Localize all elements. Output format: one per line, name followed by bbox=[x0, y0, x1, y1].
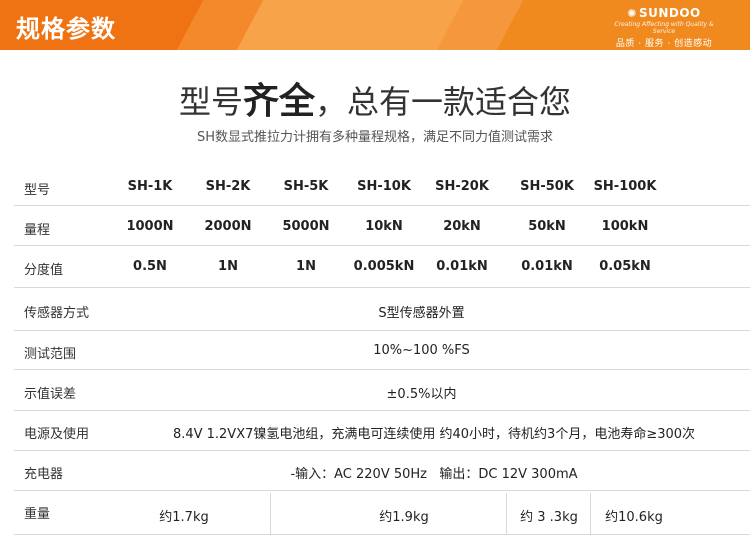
range-cell: 1000N bbox=[126, 219, 174, 234]
spec-row-model: 型号 SH-1K SH-2K SH-5K SH-10K SH-20K SH-50… bbox=[14, 168, 750, 206]
row-label: 量程 bbox=[24, 223, 51, 238]
brand-name: SUNDOO bbox=[638, 6, 701, 20]
resolution-cell: 0.01kN bbox=[521, 259, 573, 274]
cell-divider bbox=[590, 493, 591, 535]
weight-cell: 约 3 .3kg bbox=[520, 510, 578, 525]
weight-cell: 约1.9kg bbox=[379, 510, 429, 525]
model-cell: SH-100K bbox=[593, 179, 657, 194]
resolution-cell: 0.005kN bbox=[353, 259, 415, 274]
row-label: 测试范围 bbox=[24, 347, 77, 362]
brand-logo: ✺ SUNDOO Creating Affecting with Quality … bbox=[604, 6, 724, 49]
sensor-value: S型传感器外置 bbox=[378, 306, 465, 321]
row-label: 电源及使用 bbox=[24, 427, 90, 442]
range-cell: 50kN bbox=[528, 219, 566, 234]
spec-row-test-range: 测试范围 10%~100 %FS bbox=[14, 331, 750, 370]
weight-cell: 约10.6kg bbox=[605, 510, 663, 525]
headline-suffix: ，总有一款适合您 bbox=[315, 83, 572, 121]
error-value: ±0.5%以内 bbox=[386, 387, 457, 402]
header-banner: 规格参数 ✺ SUNDOO Creating Affecting with Qua… bbox=[0, 0, 750, 50]
resolution-cell: 0.05kN bbox=[599, 259, 651, 274]
range-cell: 10kN bbox=[365, 219, 403, 234]
cell-divider bbox=[270, 493, 271, 535]
range-cell: 20kN bbox=[443, 219, 481, 234]
cell-divider bbox=[506, 493, 507, 535]
sun-icon: ✺ bbox=[627, 7, 637, 20]
subheadline: SH数显式推拉力计拥有多种量程规格，满足不同力值测试需求 bbox=[196, 130, 554, 145]
model-cell: SH-1K bbox=[127, 179, 173, 194]
range-cell: 2000N bbox=[204, 219, 252, 234]
brand-slogan: 品质 · 服务 · 创造感动 bbox=[615, 39, 713, 49]
row-label: 分度值 bbox=[24, 263, 64, 278]
charger-value: -输入：AC 220V 50Hz 输出：DC 12V 300mA bbox=[290, 467, 578, 482]
weight-cell: 约1.7kg bbox=[159, 510, 209, 525]
range-cell: 5000N bbox=[282, 219, 330, 234]
power-value: 8.4V 1.2VX7镍氢电池组，充满电可连续使用 约40小时，待机约3个月，电… bbox=[172, 427, 696, 442]
model-cell: SH-5K bbox=[283, 179, 329, 194]
model-cell: SH-2K bbox=[205, 179, 251, 194]
model-cell: SH-50K bbox=[520, 179, 574, 194]
model-cell: SH-20K bbox=[435, 179, 489, 194]
resolution-cell: 1N bbox=[296, 259, 316, 274]
spec-row-sensor: 传感器方式 S型传感器外置 bbox=[14, 288, 750, 331]
spec-row-range: 量程 1000N 2000N 5000N 10kN 20kN 50kN 100k… bbox=[14, 206, 750, 246]
range-cell: 100kN bbox=[601, 219, 649, 234]
test-range-value: 10%~100 %FS bbox=[373, 343, 470, 358]
resolution-cell: 1N bbox=[218, 259, 238, 274]
resolution-cell: 0.01kN bbox=[436, 259, 488, 274]
row-label: 传感器方式 bbox=[24, 306, 90, 321]
model-cell: SH-10K bbox=[357, 179, 411, 194]
headline-prefix: 型号 bbox=[178, 83, 243, 121]
spec-row-charger: 充电器 -输入：AC 220V 50Hz 输出：DC 12V 300mA bbox=[14, 451, 750, 491]
spec-row-error: 示值误差 ±0.5%以内 bbox=[14, 370, 750, 411]
resolution-cell: 0.5N bbox=[133, 259, 167, 274]
headline: 型号齐全，总有一款适合您 bbox=[0, 72, 750, 124]
row-label: 充电器 bbox=[24, 467, 64, 482]
brand-tagline: Creating Affecting with Quality & Servic… bbox=[614, 21, 714, 35]
spec-row-weight: 重量 约1.7kg 约1.9kg 约 3 .3kg 约10.6kg bbox=[14, 491, 750, 535]
row-label: 示值误差 bbox=[24, 387, 77, 402]
spec-row-power: 电源及使用 8.4V 1.2VX7镍氢电池组，充满电可连续使用 约40小时，待机… bbox=[14, 411, 750, 451]
section-title: 规格参数 bbox=[16, 15, 116, 43]
row-label: 重量 bbox=[24, 507, 51, 522]
headline-emphasis: 齐全 bbox=[242, 81, 315, 122]
row-label: 型号 bbox=[24, 183, 51, 198]
spec-row-resolution: 分度值 0.5N 1N 1N 0.005kN 0.01kN 0.01kN 0.0… bbox=[14, 246, 750, 288]
